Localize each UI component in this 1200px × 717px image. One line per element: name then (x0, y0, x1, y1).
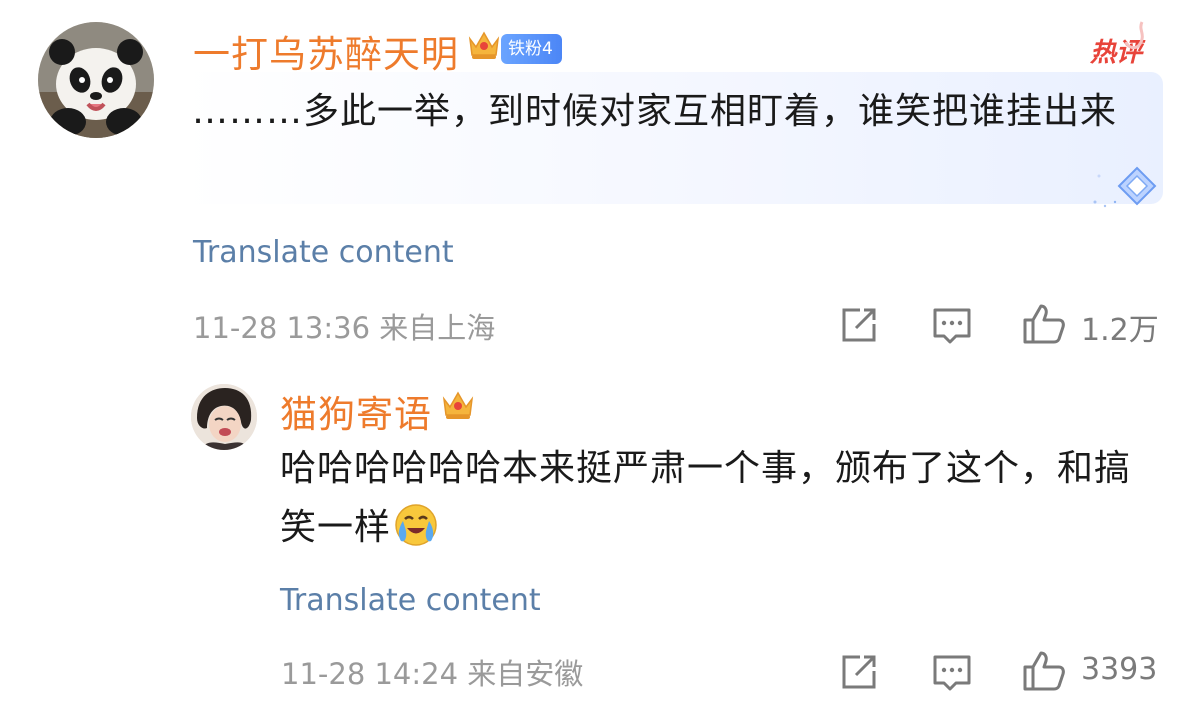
fan-level-badge[interactable]: 铁粉4 (501, 34, 562, 64)
like-count: 1.2万 (1081, 313, 1159, 348)
comment-location: 来自上海 (379, 311, 496, 345)
avatar[interactable] (191, 384, 257, 450)
comment-time: 11-28 14:24 (281, 657, 459, 691)
flame-icon (1124, 21, 1144, 50)
comment-time: 11-28 13:36 (193, 311, 371, 345)
like-count: 3393 (1081, 652, 1158, 687)
panda-avatar-icon (38, 22, 154, 138)
like-icon[interactable] (1021, 302, 1067, 350)
comment-text: ………多此一举，到时候对家互相盯着，谁笑把谁挂出来 (192, 91, 1118, 132)
reply-text: 哈哈哈哈哈哈本来挺严肃一个事，颁布了这个，和搞笑一样 (280, 439, 1160, 565)
comment-icon[interactable] (930, 304, 974, 352)
comment-meta: 11-28 13:36 来自上海 (193, 305, 495, 347)
diamond-badge-icon (1087, 164, 1167, 214)
translate-link[interactable]: Translate content (280, 583, 541, 618)
user-avatar-icon (191, 384, 257, 450)
crown-icon (466, 27, 502, 67)
crown-icon (440, 387, 476, 427)
comment-icon[interactable] (930, 651, 974, 699)
hot-comment-badge: 热评 (1088, 21, 1148, 70)
comment-meta: 11-28 14:24 来自安徽 (281, 651, 583, 693)
share-icon[interactable] (838, 304, 880, 350)
comment-location: 来自安徽 (467, 657, 584, 691)
share-icon[interactable] (838, 651, 880, 697)
crying-laughing-emoji-icon (393, 501, 439, 565)
translate-link[interactable]: Translate content (193, 235, 454, 270)
username[interactable]: 一打乌苏醉天明 (193, 24, 459, 78)
username[interactable]: 猫狗寄语 (280, 384, 432, 438)
avatar[interactable] (38, 22, 154, 138)
like-icon[interactable] (1021, 649, 1067, 697)
